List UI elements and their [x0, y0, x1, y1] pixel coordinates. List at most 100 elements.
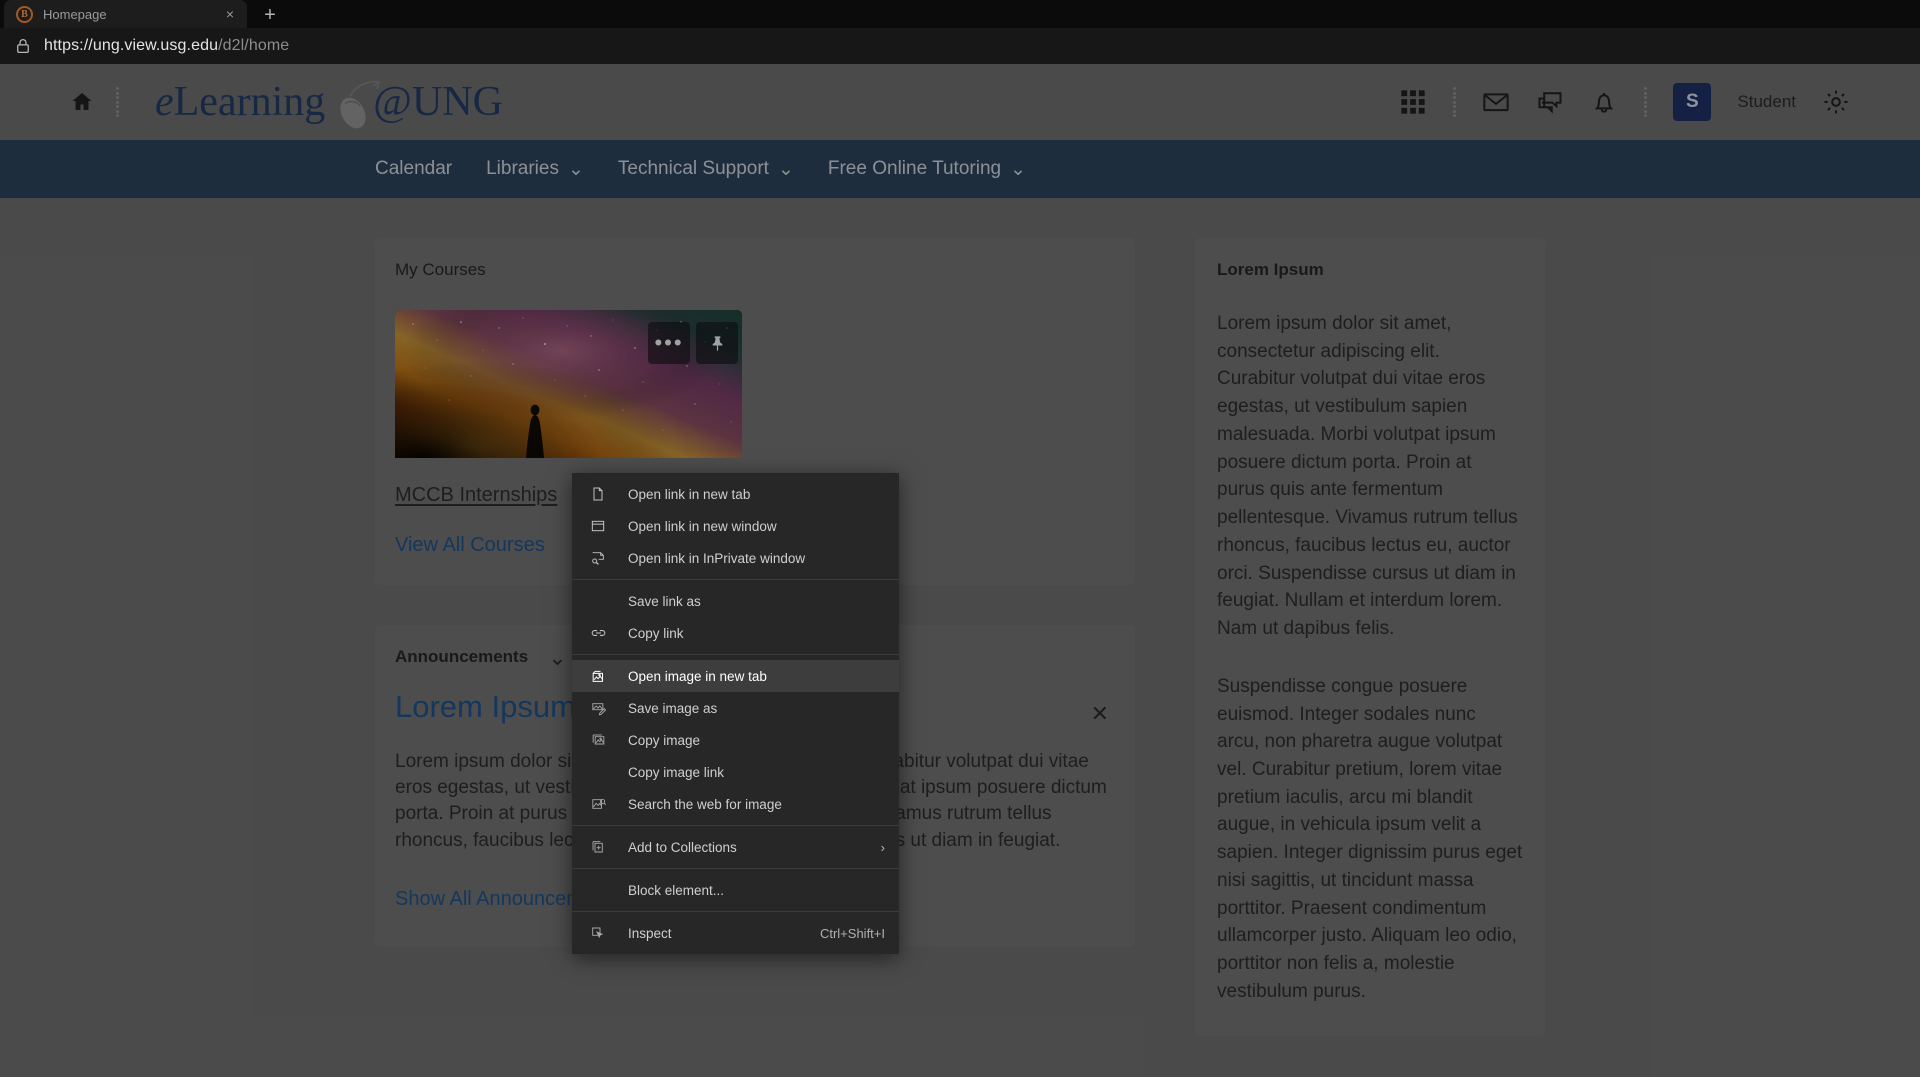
- menu-item-copy-image-link[interactable]: Copy image link: [572, 756, 899, 788]
- chat-bubbles-icon[interactable]: [1536, 88, 1564, 116]
- header-divider-dots-3: [1644, 87, 1648, 117]
- menu-item-add-to-collections[interactable]: Add to Collections ›: [572, 831, 899, 863]
- brightspace-icon: B: [16, 5, 33, 23]
- menu-separator: [572, 825, 899, 826]
- menu-separator: [572, 911, 899, 912]
- page-icon: [588, 484, 608, 504]
- inprivate-icon: [588, 548, 608, 568]
- nav-item-free-online-tutoring[interactable]: Free Online Tutoring ⌄: [828, 158, 1026, 181]
- menu-separator: [572, 868, 899, 869]
- browser-context-menu[interactable]: Open link in new tab Open link in new win…: [572, 473, 899, 954]
- menu-item-label: Open image in new tab: [628, 668, 767, 684]
- course-options-button[interactable]: •••: [648, 322, 690, 364]
- menu-item-open-image-in-new-tab[interactable]: Open image in new tab: [572, 660, 899, 692]
- sidebar-card-title: Lorem Ipsum: [1217, 260, 1324, 279]
- menu-item-label: Save link as: [628, 593, 701, 609]
- menu-item-label: Open link in InPrivate window: [628, 550, 806, 566]
- menu-item-block-element[interactable]: Block element...: [572, 874, 899, 906]
- menu-item-open-link-in-inprivate-window[interactable]: Open link in InPrivate window: [572, 542, 899, 574]
- course-tile[interactable]: •••: [395, 310, 742, 458]
- bell-icon[interactable]: [1590, 88, 1618, 116]
- url-text: https://ung.view.usg.edu/d2l/home: [44, 37, 289, 55]
- menu-item-label: Block element...: [628, 882, 725, 898]
- computer-mouse-icon: [323, 78, 382, 130]
- image-save-icon: [588, 698, 608, 718]
- course-link-mccb-internships[interactable]: MCCB Internships: [395, 484, 557, 507]
- chevron-right-icon: ›: [880, 839, 885, 855]
- nav-label: Technical Support: [617, 158, 769, 179]
- image-new-tab-icon: [588, 666, 608, 686]
- browser-tab[interactable]: B Homepage ×: [4, 0, 247, 28]
- page-body: e Learning @ UNG S Student Calendar Libr…: [0, 64, 1920, 1077]
- menu-item-label: Search the web for image: [628, 796, 782, 812]
- nav-item-calendar[interactable]: Calendar: [375, 158, 452, 180]
- sidebar-paragraph-1: Lorem ipsum dolor sit amet, consectetur …: [1217, 313, 1518, 640]
- chevron-down-icon: ⌄: [777, 158, 794, 180]
- view-all-courses-link[interactable]: View All Courses: [395, 534, 545, 557]
- pin-icon[interactable]: [696, 322, 738, 364]
- nav-item-libraries[interactable]: Libraries ⌄: [486, 158, 584, 181]
- menu-icon-placeholder: [588, 880, 608, 900]
- menu-item-label: Open link in new tab: [628, 486, 751, 502]
- close-icon[interactable]: ✕: [1091, 703, 1109, 725]
- image-search-icon: [588, 794, 608, 814]
- menu-item-copy-link[interactable]: Copy link: [572, 617, 899, 649]
- address-bar[interactable]: https://ung.view.usg.edu/d2l/home: [0, 28, 1920, 64]
- menu-item-save-link-as[interactable]: Save link as: [572, 585, 899, 617]
- brand-logo[interactable]: e Learning @ UNG: [155, 78, 503, 130]
- lock-icon: [17, 39, 29, 54]
- image-copy-icon: [588, 730, 608, 750]
- sidebar-column: Lorem Ipsum Lorem ipsum dolor sit amet, …: [1195, 238, 1545, 1036]
- url-path: /d2l/home: [218, 37, 290, 54]
- menu-item-label: Copy link: [628, 625, 684, 641]
- menu-item-shortcut: Ctrl+Shift+I: [819, 925, 885, 941]
- collections-icon: [588, 837, 608, 857]
- menu-item-copy-image[interactable]: Copy image: [572, 724, 899, 756]
- menu-item-label: Inspect: [628, 925, 672, 941]
- window-icon: [588, 516, 608, 536]
- brand-ung: UNG: [411, 79, 503, 125]
- announcements-title: Announcements: [395, 647, 529, 666]
- gear-icon[interactable]: [1822, 88, 1850, 116]
- menu-item-inspect[interactable]: Inspect Ctrl+Shift+I: [572, 917, 899, 949]
- chevron-down-icon: ⌄: [1010, 158, 1026, 180]
- header-right-group: S Student: [1399, 83, 1850, 121]
- nav-label: Libraries: [486, 158, 559, 179]
- envelope-icon[interactable]: [1482, 88, 1510, 116]
- nav-label: Calendar: [375, 158, 453, 179]
- user-name[interactable]: Student: [1737, 92, 1796, 112]
- menu-item-save-image-as[interactable]: Save image as: [572, 692, 899, 724]
- menu-item-search-the-web-for-image[interactable]: Search the web for image: [572, 788, 899, 820]
- menu-item-label: Copy image link: [628, 764, 725, 780]
- primary-nav: Calendar Libraries ⌄ Technical Support ⌄…: [0, 140, 1920, 198]
- tab-title: Homepage: [43, 6, 107, 22]
- header-divider-dots: [116, 87, 119, 117]
- my-courses-title: My Courses: [395, 260, 486, 279]
- url-host: https://ung.view.usg.edu: [44, 37, 219, 54]
- new-tab-button[interactable]: +: [253, 2, 287, 28]
- nav-item-technical-support[interactable]: Technical Support ⌄: [618, 158, 794, 181]
- menu-separator: [572, 654, 899, 655]
- menu-item-open-link-in-new-tab[interactable]: Open link in new tab: [572, 478, 899, 510]
- menu-icon-placeholder: [588, 762, 608, 782]
- home-icon[interactable]: [70, 90, 94, 114]
- menu-separator: [572, 579, 899, 580]
- menu-icon-placeholder: [588, 591, 608, 611]
- avatar[interactable]: S: [1673, 83, 1712, 121]
- site-header: e Learning @ UNG S Student: [0, 64, 1920, 140]
- chevron-down-icon[interactable]: ⌄: [548, 646, 566, 668]
- menu-item-label: Save image as: [628, 700, 718, 716]
- main-content: My Courses ••• MCCB Internships View All…: [0, 198, 1920, 1036]
- header-left-group: e Learning @ UNG: [70, 78, 503, 130]
- waffle-grid-icon[interactable]: [1399, 88, 1427, 116]
- chevron-down-icon: ⌄: [567, 158, 584, 180]
- menu-item-label: Open link in new window: [628, 518, 777, 534]
- brand-e: e: [155, 79, 174, 125]
- header-divider-dots-2: [1453, 87, 1457, 117]
- sidebar-paragraph-2: Suspendisse congue posuere euismod. Inte…: [1217, 675, 1523, 1002]
- menu-item-open-link-in-new-window[interactable]: Open link in new window: [572, 510, 899, 542]
- menu-item-label: Copy image: [628, 732, 701, 748]
- nav-label: Free Online Tutoring: [827, 158, 1002, 179]
- tab-strip: B Homepage × +: [0, 0, 1920, 28]
- close-icon[interactable]: ×: [221, 5, 239, 23]
